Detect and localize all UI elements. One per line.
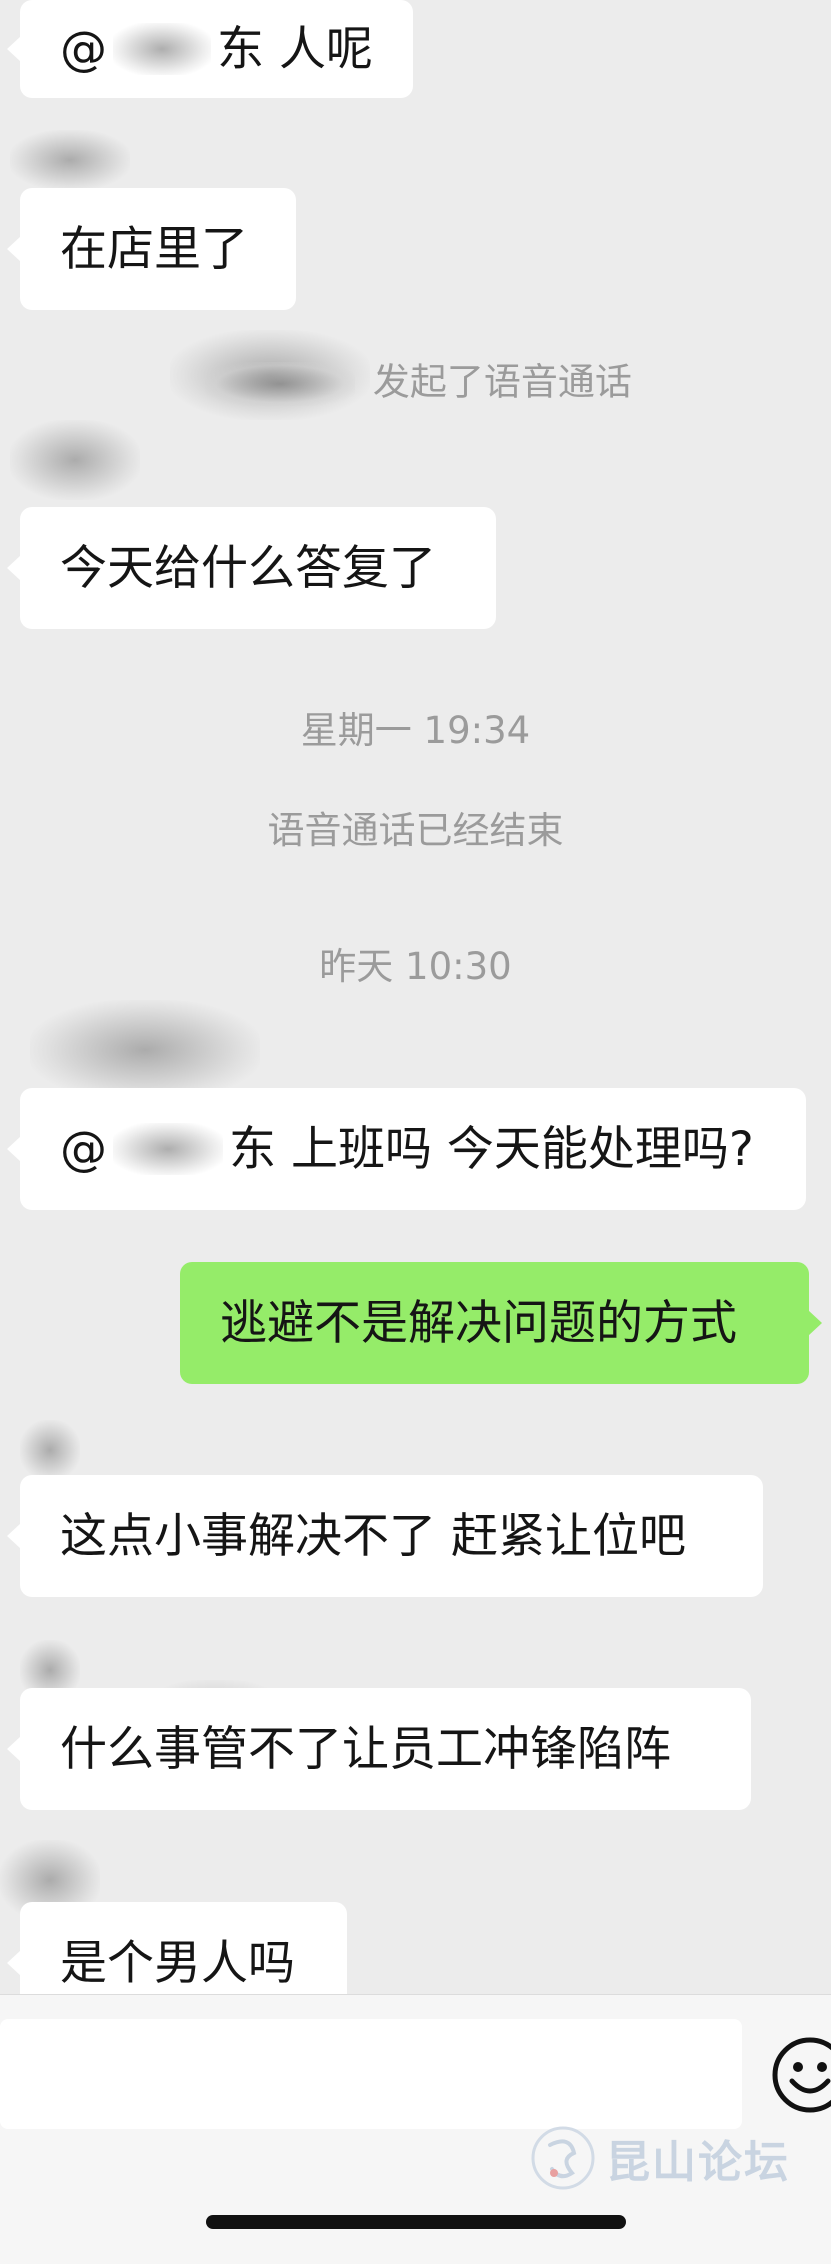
call-started-text: 发起了语音通话: [372, 360, 632, 404]
message-bubble[interactable]: @ 东 人呢: [7, 0, 413, 98]
message-text-prefix: @: [60, 1121, 107, 1177]
redacted-name: [205, 362, 356, 406]
timestamp: 星期一 19:34: [300, 709, 531, 752]
message-bubble[interactable]: 这点小事解决不了 赶紧让位吧: [7, 1475, 763, 1597]
message-bubble[interactable]: 在店里了: [7, 188, 296, 310]
message-text: 东 人呢: [217, 21, 373, 77]
forum-logo-icon: [531, 2126, 595, 2190]
message-text: 东 上班吗 今天能处理吗?: [229, 1121, 754, 1177]
smiley-face-icon[interactable]: [770, 2035, 831, 2115]
message-text: 什么事管不了让员工冲锋陷阵: [60, 1721, 671, 1777]
watermark: 昆山论坛: [530, 2125, 790, 2191]
message-bubble[interactable]: 是个男人吗: [7, 1902, 347, 1994]
redacted-name: [113, 23, 212, 75]
home-indicator[interactable]: [206, 2215, 626, 2229]
call-ended-notice: 语音通话已经结束: [267, 809, 564, 852]
blurred-name: [20, 1420, 80, 1480]
input-bar: 昆山论坛: [0, 1994, 831, 2264]
message-text: 这点小事解决不了 赶紧让位吧: [60, 1508, 686, 1564]
message-text: 是个男人吗: [60, 1935, 295, 1991]
redacted-name: [113, 1123, 223, 1175]
message-text: 逃避不是解决问题的方式: [220, 1295, 737, 1351]
blurred-name: [30, 1000, 260, 1100]
blurred-name: [10, 130, 130, 190]
message-bubble[interactable]: @ 东 上班吗 今天能处理吗?: [7, 1088, 806, 1210]
message-bubble-outgoing[interactable]: 逃避不是解决问题的方式: [180, 1262, 822, 1384]
message-input[interactable]: [0, 2019, 742, 2129]
blurred-name: [10, 420, 140, 500]
message-text: 在店里了: [60, 221, 248, 277]
timestamp: 昨天 10:30: [319, 945, 512, 988]
message-text-prefix: @: [60, 21, 107, 77]
chat-area[interactable]: @ 东 人呢 在店里了 发起了语音通话 今天给什么答复了 星期一 19:34 语…: [0, 0, 831, 1994]
message-bubble[interactable]: 什么事管不了让员工冲锋陷阵: [7, 1688, 751, 1810]
call-started-notice: 发起了语音通话: [0, 362, 831, 406]
message-bubble[interactable]: 今天给什么答复了: [7, 507, 496, 629]
message-text: 今天给什么答复了: [60, 540, 436, 596]
watermark-text: 昆山论坛: [606, 2137, 790, 2188]
